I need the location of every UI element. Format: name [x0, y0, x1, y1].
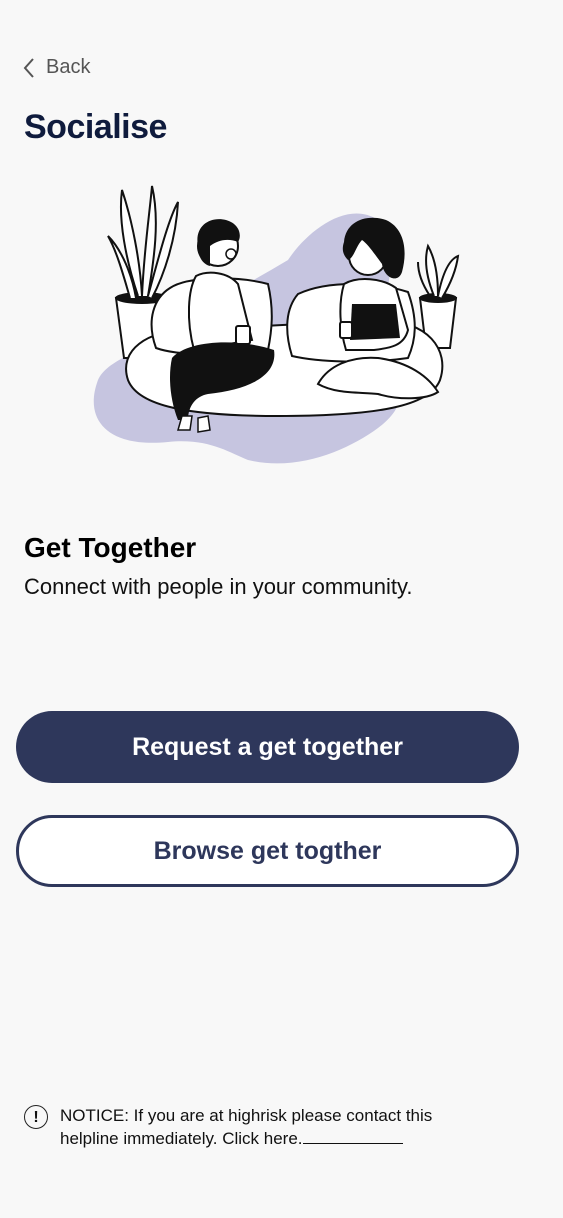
chevron-left-icon: [23, 57, 34, 78]
exclamation-circle-icon: !: [24, 1105, 48, 1129]
back-label: Back: [46, 56, 91, 78]
notice-link-underline: [302, 1129, 403, 1144]
section-title: Get Together: [24, 532, 197, 563]
page-title: Socialise: [24, 108, 167, 146]
section-subtitle: Connect with people in your community.: [24, 574, 413, 599]
back-button[interactable]: Back: [22, 56, 90, 79]
request-get-together-button[interactable]: Request a get together: [16, 711, 519, 783]
notice-banner[interactable]: ! NOTICE: If you are at highrisk please …: [24, 1104, 544, 1150]
browse-get-together-button[interactable]: Browse get togther: [16, 815, 519, 887]
get-together-illustration: [93, 185, 460, 464]
